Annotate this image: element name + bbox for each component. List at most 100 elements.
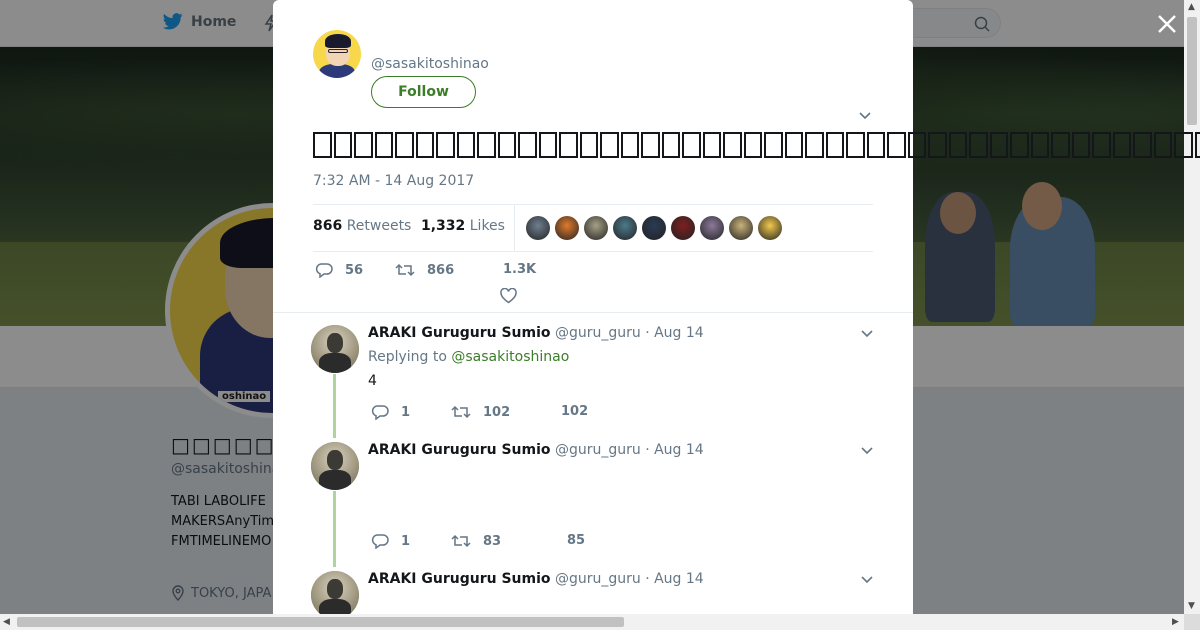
reply-avatar[interactable] [311, 325, 359, 373]
reply-author-handle[interactable]: @guru_guru [555, 571, 641, 587]
reply-text: 4 [368, 373, 377, 389]
author-avatar[interactable] [313, 30, 361, 78]
like-button[interactable]: 85 [567, 533, 585, 548]
reply-button[interactable]: 1 [371, 533, 410, 549]
tweet-text-glyph [415, 131, 434, 158]
scroll-up-arrow-icon[interactable]: ▲ [1188, 2, 1195, 12]
reply-button[interactable]: 56 [315, 262, 363, 278]
reply-date[interactable]: · Aug 14 [645, 571, 704, 587]
tweet-text-glyph [1051, 131, 1070, 158]
chevron-down-icon[interactable] [861, 330, 873, 338]
retweet-label: Retweets [346, 218, 412, 234]
retweet-icon [395, 263, 415, 277]
tweet-text-glyph [456, 131, 475, 158]
reply-button[interactable]: 1 [371, 404, 410, 420]
tweet-text-glyph [600, 131, 619, 158]
liker-avatar[interactable] [671, 216, 695, 240]
vertical-scrollbar[interactable]: ▲ ▼ [1184, 0, 1200, 614]
tweet-text-glyph [702, 131, 721, 158]
chevron-down-icon[interactable] [861, 576, 873, 584]
like-count: 1,332 [421, 218, 466, 234]
liker-avatar[interactable] [700, 216, 724, 240]
retweet-button[interactable]: 866 [395, 262, 454, 278]
retweet-icon [451, 534, 471, 548]
reply-count: 1 [401, 533, 411, 549]
tweet-text-glyph [477, 131, 496, 158]
tweet-text-glyph [497, 131, 516, 158]
liker-avatar[interactable] [526, 216, 550, 240]
reply-author-name[interactable]: ARAKI Guruguru Sumio [368, 571, 551, 587]
divider [273, 312, 913, 313]
reply-author-handle[interactable]: @guru_guru [555, 325, 641, 341]
tweet-text-glyph [1174, 131, 1193, 158]
tweet-text-glyph [559, 131, 578, 158]
reply-header: ARAKI Guruguru Sumio @guru_guru · Aug 14 [368, 442, 704, 458]
like-action-count: 1.3K [503, 262, 537, 277]
liker-avatar[interactable] [642, 216, 666, 240]
liker-avatar[interactable] [729, 216, 753, 240]
tweet-text-glyph [764, 131, 783, 158]
liker-avatars [526, 216, 782, 240]
retweet-count: 83 [483, 533, 502, 549]
retweet-button[interactable]: 83 [451, 533, 501, 549]
liker-avatar[interactable] [758, 216, 782, 240]
reply-avatar[interactable] [311, 571, 359, 614]
follow-button[interactable]: Follow [371, 76, 476, 108]
tweet-text-glyph [846, 131, 865, 158]
reply-author-name[interactable]: ARAKI Guruguru Sumio [368, 442, 551, 458]
replying-to-link[interactable]: @sasakitoshinao [451, 349, 569, 365]
reply-icon [315, 263, 333, 278]
tweet-text-glyph [866, 131, 885, 158]
reply-author-handle[interactable]: @guru_guru [555, 442, 641, 458]
liker-avatar[interactable] [613, 216, 637, 240]
liker-avatar[interactable] [555, 216, 579, 240]
scroll-down-arrow-icon[interactable]: ▼ [1188, 601, 1195, 611]
retweet-stat[interactable]: 866 Retweets [313, 218, 411, 234]
reply-count: 1 [401, 404, 411, 420]
reply-header: ARAKI Guruguru Sumio @guru_guru · Aug 14 [368, 325, 704, 341]
replying-prefix: Replying to [368, 349, 447, 365]
tweet-text-glyph [743, 131, 762, 158]
tweet-text-glyph [784, 131, 803, 158]
scrollbar-corner [1184, 614, 1200, 630]
author-handle[interactable]: @sasakitoshinao [371, 56, 489, 72]
divider [514, 205, 515, 251]
tweet-text-glyph [354, 131, 373, 158]
chevron-down-icon[interactable] [859, 112, 871, 120]
reply-author-name[interactable]: ARAKI Guruguru Sumio [368, 325, 551, 341]
tweet-modal: @sasakitoshinao Follow 7:32 AM - 14 Aug … [273, 0, 1200, 614]
tweet-text-glyph [313, 131, 332, 158]
close-icon[interactable] [1155, 12, 1179, 36]
liker-avatar[interactable] [584, 216, 608, 240]
reply-tweet[interactable]: ARAKI Guruguru Sumio @guru_guru · Aug 14… [273, 442, 913, 562]
tweet-text-glyph [1194, 131, 1200, 158]
retweet-count: 866 [313, 218, 343, 234]
like-count-label: 1.3K [503, 262, 536, 277]
tweet-text-glyph [1112, 131, 1131, 158]
retweet-count: 102 [483, 404, 511, 420]
chevron-down-icon[interactable] [861, 447, 873, 455]
reply-date[interactable]: · Aug 14 [645, 325, 704, 341]
scroll-left-arrow-icon[interactable]: ◀ [3, 617, 10, 627]
scrollbar-thumb[interactable] [17, 617, 624, 627]
retweet-button[interactable]: 102 [451, 404, 510, 420]
reply-header: ARAKI Guruguru Sumio @guru_guru · Aug 14 [368, 571, 704, 587]
reply-date[interactable]: · Aug 14 [645, 442, 704, 458]
reply-tweet[interactable]: ARAKI Guruguru Sumio @guru_guru · Aug 14 [273, 571, 913, 614]
tweet-text-glyph [374, 131, 393, 158]
reply-tweet[interactable]: ARAKI Guruguru Sumio @guru_guru · Aug 14… [273, 325, 913, 435]
tweet-timestamp[interactable]: 7:32 AM - 14 Aug 2017 [313, 173, 474, 189]
heart-icon[interactable] [500, 288, 517, 304]
like-button[interactable]: 102 [561, 404, 588, 419]
reply-icon [371, 534, 389, 549]
tweet-text-glyph [948, 131, 967, 158]
like-stat[interactable]: 1,332 Likes [421, 218, 505, 234]
horizontal-scrollbar[interactable]: ◀ ▶ [0, 614, 1184, 630]
reply-count: 56 [345, 262, 364, 278]
tweet-text-glyph [1030, 131, 1049, 158]
reply-avatar[interactable] [311, 442, 359, 490]
scroll-right-arrow-icon[interactable]: ▶ [1172, 617, 1179, 627]
scrollbar-thumb[interactable] [1187, 17, 1197, 125]
like-count: 85 [567, 533, 586, 548]
tweet-stats: 866 Retweets 1,332 Likes [313, 204, 873, 252]
